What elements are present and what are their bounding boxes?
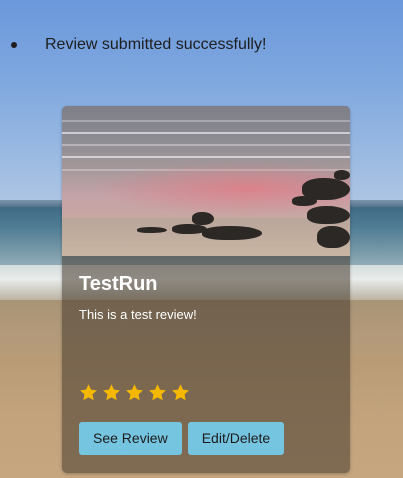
star-icon — [149, 384, 166, 401]
star-icon — [103, 384, 120, 401]
card-body: TestRun This is a test review! See Revie… — [62, 256, 350, 473]
bullet-icon — [11, 42, 17, 48]
review-image — [62, 106, 350, 256]
image-rock — [137, 227, 167, 233]
review-text: This is a test review! — [79, 307, 197, 322]
star-icon — [80, 384, 97, 401]
star-icon — [126, 384, 143, 401]
edit-delete-button[interactable]: Edit/Delete — [187, 422, 285, 455]
image-wave — [62, 156, 350, 158]
alert-list: Review submitted successfully! — [0, 33, 266, 57]
image-rock — [307, 206, 350, 224]
image-rock — [292, 196, 317, 206]
image-rock — [317, 226, 350, 248]
success-alert: Review submitted successfully! — [0, 33, 266, 57]
review-title: TestRun — [79, 273, 158, 295]
image-wave — [62, 144, 350, 146]
card-actions: See Review Edit/Delete — [79, 422, 285, 455]
image-wave — [62, 132, 350, 134]
image-rock — [192, 212, 214, 225]
review-card: TestRun This is a test review! See Revie… — [62, 106, 350, 473]
see-review-button[interactable]: See Review — [79, 422, 182, 455]
image-wave — [62, 120, 350, 122]
star-icon — [172, 384, 189, 401]
image-rock — [202, 226, 262, 240]
image-rock — [334, 170, 350, 180]
success-alert-text: Review submitted successfully! — [45, 36, 267, 53]
star-rating — [79, 383, 190, 402]
